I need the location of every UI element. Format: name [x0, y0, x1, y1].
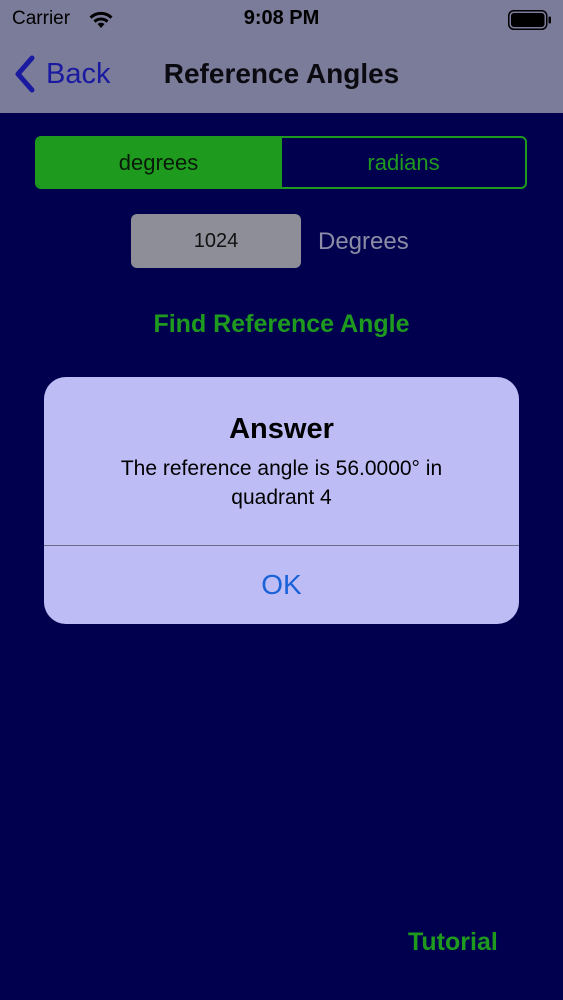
unit-label: Degrees: [318, 228, 409, 255]
ok-button[interactable]: OK: [44, 546, 519, 624]
clock: 9:08 PM: [243, 7, 320, 29]
page-title: Reference Angles: [163, 58, 400, 89]
find-reference-angle-button[interactable]: Find Reference Angle: [0, 310, 563, 339]
navigation-bar: Back Reference Angles: [0, 40, 563, 113]
top-bar: Carrier 9:08 PM Back Reference Angles: [0, 0, 563, 113]
answer-alert: Answer The reference angle is 56.0000° i…: [44, 377, 519, 624]
alert-title: Answer: [229, 413, 334, 445]
unit-segmented-control: degrees radians: [35, 136, 527, 189]
segment-radians[interactable]: radians: [280, 138, 525, 187]
status-bar: Carrier 9:08 PM: [0, 0, 563, 40]
alert-message: The reference angle is 56.0000° in quadr…: [120, 457, 443, 509]
battery-icon: [508, 10, 551, 30]
tutorial-button[interactable]: Tutorial: [408, 928, 498, 957]
segment-degrees[interactable]: degrees: [37, 138, 280, 187]
angle-input[interactable]: 1024: [131, 214, 301, 268]
